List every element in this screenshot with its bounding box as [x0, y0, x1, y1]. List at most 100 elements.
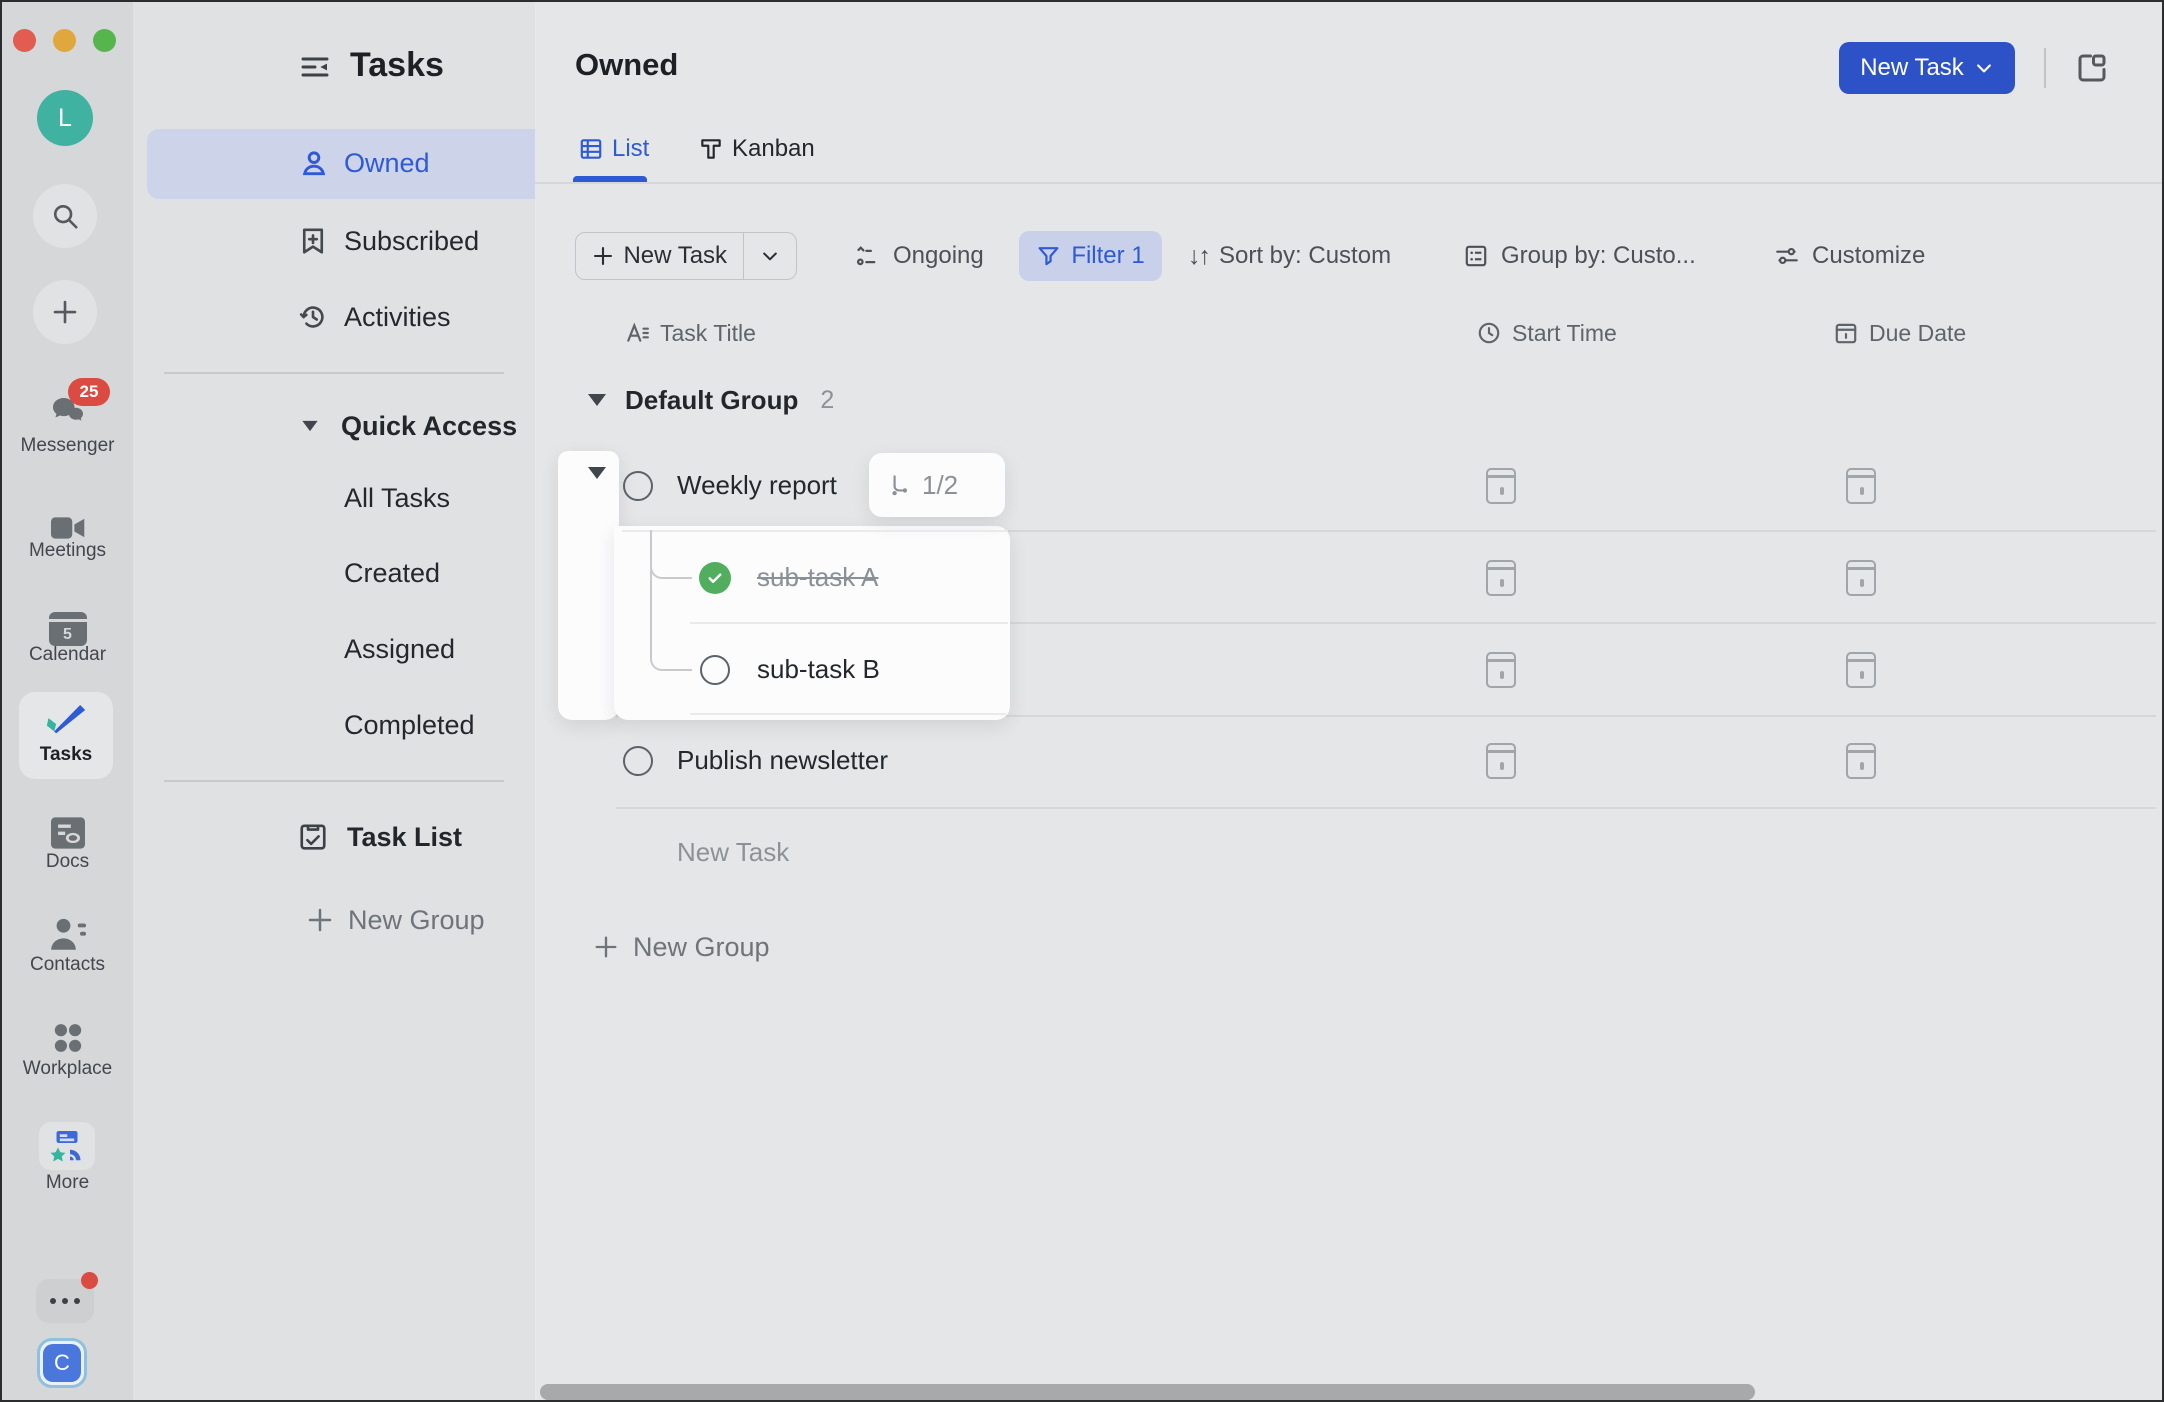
sidebar-item-subscribed[interactable]: Subscribed [298, 219, 479, 263]
contacts-icon [50, 918, 86, 950]
sidebar-item-contacts-label: Contacts [2, 954, 133, 976]
tab-kanban-label: Kanban [732, 135, 815, 163]
task-title: Weekly report [677, 470, 837, 501]
sidebar-item-all-tasks[interactable]: All Tasks [344, 476, 450, 520]
sidebar-item-docs[interactable] [2, 817, 133, 849]
subtask-tree-icon [887, 472, 913, 498]
group-by-button[interactable]: Group by: Custo... [1463, 232, 1696, 280]
open-in-split-view-button[interactable] [2074, 50, 2110, 86]
messenger-unread-badge: 25 [68, 378, 110, 406]
row-expand-toggle[interactable] [588, 479, 606, 497]
column-task-title[interactable]: Task Title [624, 312, 756, 354]
sidebar-item-contacts[interactable] [2, 918, 133, 950]
more-apps-icon [49, 1129, 85, 1163]
start-time-placeholder-icon[interactable] [1486, 652, 1516, 688]
sidebar-title: Tasks [350, 46, 444, 85]
sidebar-item-activities[interactable]: Activities [298, 295, 451, 339]
task-title: sub-task B [757, 654, 880, 685]
customize-label: Customize [1812, 242, 1925, 270]
sidebar-item-workplace[interactable] [2, 1021, 133, 1055]
task-list-icon [298, 822, 328, 852]
traffic-zoom-button[interactable] [93, 29, 116, 52]
create-button[interactable] [33, 280, 97, 344]
sidebar-item-meetings[interactable] [2, 514, 133, 542]
plus-icon [305, 905, 335, 935]
history-clock-icon [298, 302, 328, 332]
task-checkbox[interactable] [623, 746, 653, 776]
task-checkbox[interactable] [700, 655, 730, 685]
pinned-app-initial: C [54, 1350, 70, 1376]
tab-kanban[interactable]: Kanban [698, 129, 815, 169]
list-view-icon [578, 136, 604, 162]
sidebar-item-more[interactable] [39, 1122, 95, 1170]
start-time-placeholder-icon[interactable] [1486, 743, 1516, 779]
due-date-placeholder-icon[interactable] [1846, 652, 1876, 688]
sidebar-item-assigned[interactable]: Assigned [344, 627, 455, 671]
sidebar-item-owned-label: Owned [344, 148, 430, 179]
group-header-default[interactable]: Default Group 2 [588, 379, 834, 421]
start-time-placeholder-icon[interactable] [1486, 560, 1516, 596]
column-due-date[interactable]: Due Date [1833, 312, 1966, 354]
calendar-day-number: 5 [49, 623, 87, 646]
sidebar-item-calendar[interactable]: 5 [2, 612, 133, 646]
new-task-toolbar-label: New Task [623, 242, 727, 270]
inline-new-task-button[interactable]: New Task [677, 837, 789, 868]
sidebar-new-group-button[interactable]: New Group [305, 898, 485, 942]
start-time-placeholder-icon[interactable] [1486, 468, 1516, 504]
caret-down-icon [588, 394, 606, 406]
due-date-placeholder-icon[interactable] [1846, 468, 1876, 504]
kanban-view-icon [698, 136, 724, 162]
pinned-app-button[interactable]: C [37, 1338, 87, 1388]
search-button[interactable] [33, 184, 97, 248]
task-list-label: Task List [347, 822, 462, 853]
traffic-close-button[interactable] [13, 29, 36, 52]
caret-down-icon [302, 421, 317, 431]
task-list-header[interactable]: Task List [298, 815, 462, 859]
page-title: Owned [575, 47, 678, 83]
filter-button[interactable]: Filter 1 [1019, 231, 1162, 281]
caret-down-icon [588, 467, 606, 496]
new-task-split-button: New Task [575, 232, 797, 280]
new-group-button[interactable]: New Group [592, 926, 770, 968]
subtask-counter-pill[interactable]: 1/2 [887, 463, 958, 507]
bookmark-plus-icon [298, 226, 328, 256]
chevron-down-icon [1974, 58, 1994, 78]
ongoing-label: Ongoing [893, 242, 984, 270]
notification-dot [81, 1272, 98, 1289]
task-checkbox[interactable] [623, 471, 653, 501]
sidebar-item-tasks-active[interactable]: Tasks [19, 692, 113, 779]
column-task-title-label: Task Title [660, 320, 756, 347]
new-task-header-button[interactable]: New Task [1839, 42, 2015, 94]
due-date-placeholder-icon[interactable] [1846, 743, 1876, 779]
sidebar-item-messenger[interactable] [2, 392, 133, 428]
sort-button[interactable]: ↓↑ Sort by: Custom [1188, 232, 1391, 280]
calendar-icon [1833, 320, 1859, 346]
sidebar-item-messenger-label: Messenger [2, 435, 133, 457]
quick-access-label: Quick Access [341, 411, 517, 442]
sort-arrows-icon: ↓↑ [1188, 242, 1209, 271]
new-task-dropdown-button[interactable] [744, 233, 796, 279]
split-view-icon [2074, 50, 2110, 86]
column-start-time[interactable]: Start Time [1476, 312, 1617, 354]
video-camera-icon [51, 514, 85, 542]
new-task-toolbar-button[interactable]: New Task [576, 233, 743, 279]
avatar[interactable]: L [37, 90, 93, 146]
clock-icon [1476, 320, 1502, 346]
traffic-minimize-button[interactable] [53, 29, 76, 52]
task-checkbox-checked[interactable] [699, 562, 731, 594]
task-title: sub-task A [757, 562, 878, 593]
quick-access-header[interactable]: Quick Access [301, 404, 517, 448]
collapse-sidebar-button[interactable] [298, 51, 332, 83]
sidebar-item-calendar-label: Calendar [2, 644, 133, 666]
sidebar-item-completed[interactable]: Completed [344, 703, 475, 747]
sidebar-item-created[interactable]: Created [344, 551, 440, 595]
customize-button[interactable]: Customize [1774, 232, 1925, 280]
horizontal-scrollbar[interactable] [540, 1384, 1755, 1400]
ongoing-filter-button[interactable]: Ongoing [854, 232, 984, 280]
filter-label: Filter 1 [1071, 242, 1144, 270]
tab-list[interactable]: List [578, 129, 649, 169]
sidebar-item-activities-label: Activities [344, 302, 451, 333]
docs-icon [51, 817, 85, 849]
avatar-initial: L [58, 104, 72, 133]
due-date-placeholder-icon[interactable] [1846, 560, 1876, 596]
